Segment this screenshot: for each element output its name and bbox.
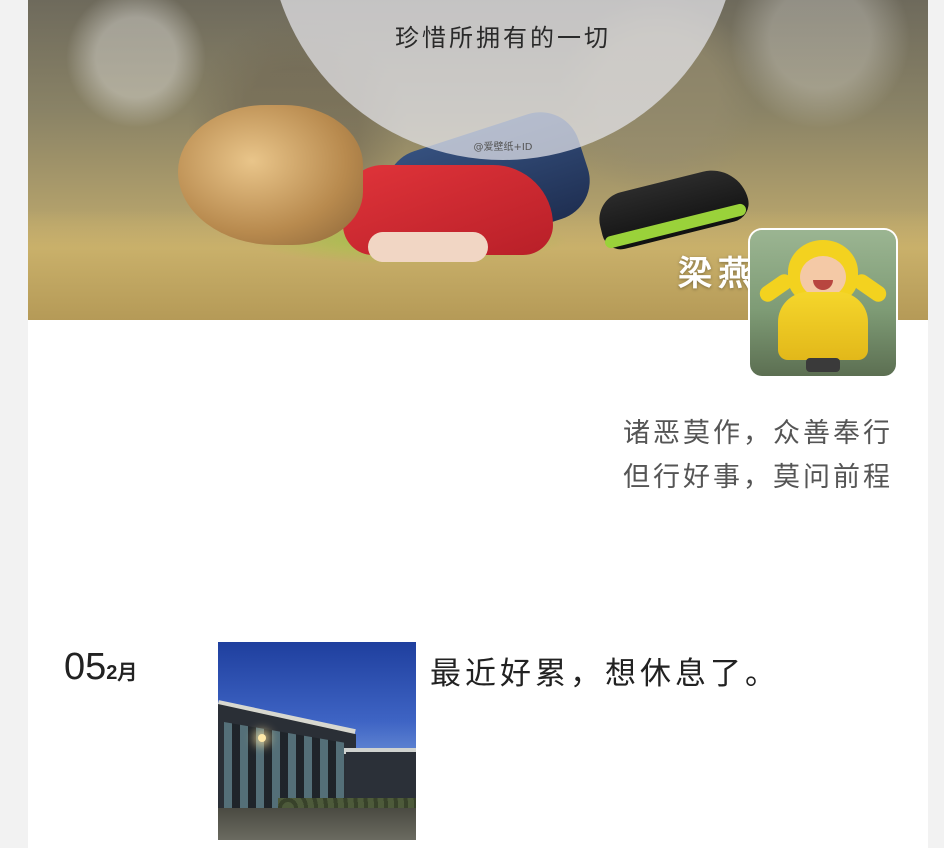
moments-feed: 珍惜所拥有的一切 @爱壁纸+ID 梁燕 诸恶莫作，众善奉行 但行好事，莫问前程 … xyxy=(28,0,928,848)
cover-child-arm xyxy=(368,232,488,262)
post-day: 05 xyxy=(64,646,107,688)
thumb-street-lamp xyxy=(258,734,266,742)
signature-line-1: 诸恶莫作，众善奉行 xyxy=(623,418,893,449)
profile-signature: 诸恶莫作，众善奉行 但行好事，莫问前程 xyxy=(508,412,893,500)
post-date: 052月 xyxy=(64,646,137,689)
avatar-boots xyxy=(806,358,840,372)
post-thumbnail[interactable] xyxy=(218,642,416,840)
profile-avatar[interactable] xyxy=(750,230,896,376)
profile-nickname[interactable]: 梁燕 xyxy=(628,246,758,295)
moments-page: 珍惜所拥有的一切 @爱壁纸+ID 梁燕 诸恶莫作，众善奉行 但行好事，莫问前程 … xyxy=(0,0,944,848)
avatar-raincoat xyxy=(778,292,868,360)
post-text[interactable]: 最近好累，想休息了。 xyxy=(430,648,900,693)
moment-post[interactable]: 052月 最近好累，想休息了。 xyxy=(28,640,928,848)
cover-watermark: @爱壁纸+ID xyxy=(473,142,533,153)
cover-title: 珍惜所拥有的一切 xyxy=(395,24,611,52)
post-month: 2月 xyxy=(106,662,138,684)
thumb-ground xyxy=(218,808,416,840)
signature-line-2: 但行好事，莫问前程 xyxy=(623,462,893,493)
